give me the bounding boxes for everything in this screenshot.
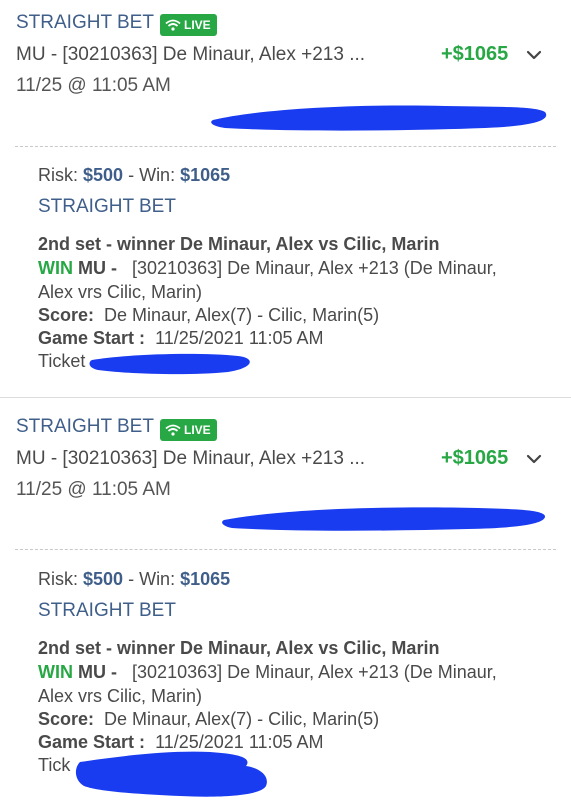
risk-label: Risk: [38,569,78,589]
score-line: Score: De Minaur, Alex(7) - Cilic, Marin… [38,305,379,326]
selection-line: WIN MU - [30210363] De Minaur, Alex +213… [38,258,497,279]
market-line: 2nd set - winner De Minaur, Alex vs Cili… [38,638,440,658]
live-label: LIVE [184,18,211,32]
selection-text-cont: Alex vrs Cilic, Marin) [38,686,203,706]
risk-label: Risk: [38,165,78,185]
bet-description: MU - [30210363] De Minaur, Alex +213 ... [16,448,366,469]
bet-date: 11/25 @ 11:05 AM [16,75,171,96]
bet-description: MU - [30210363] De Minaur, Alex +213 ... [16,44,366,65]
ticket-label: Ticket [38,351,86,371]
score-label: Score: [38,305,95,325]
bet-title: STRAIGHT BET [16,416,154,437]
game-start-label: Game Start : [38,328,146,348]
result-badge: WIN [38,258,73,278]
selection-text: [30210363] De Minaur, Alex +213 (De Mina… [132,258,497,278]
section-divider [15,549,556,550]
detail-bet-type: STRAIGHT BET [38,196,176,217]
selection-label: MU - [78,258,118,278]
live-badge: LIVE [160,14,217,36]
game-start-line: Game Start : 11/25/2021 11:05 AM [38,328,324,349]
redaction-mark [75,751,267,797]
market-line: 2nd set - winner De Minaur, Alex vs Cili… [38,234,440,254]
score-value: De Minaur, Alex(7) - Cilic, Marin(5) [104,305,380,325]
win-label: - Win: [128,569,176,589]
win-value: $1065 [180,165,231,185]
risk-win-line: Risk: $500 - Win: $1065 [38,569,230,590]
risk-win-line: Risk: $500 - Win: $1065 [38,165,230,186]
wifi-icon [165,19,181,31]
risk-value: $500 [83,569,124,589]
win-value: $1065 [180,569,231,589]
redaction-mark [89,353,250,375]
chevron-down-icon[interactable] [523,44,545,66]
redaction-mark [211,105,547,131]
live-badge: LIVE [160,419,217,441]
score-label: Score: [38,709,95,729]
bet-amount: +$1065 [441,43,509,65]
score-line: Score: De Minaur, Alex(7) - Cilic, Marin… [38,709,379,730]
section-divider [15,146,556,147]
result-badge: WIN [38,662,73,682]
bet-title: STRAIGHT BET [16,12,154,33]
live-label: LIVE [184,423,211,437]
card-separator [0,397,571,398]
detail-bet-type: STRAIGHT BET [38,600,176,621]
bet-date: 11/25 @ 11:05 AM [16,479,171,500]
game-start-value: 11/25/2021 11:05 AM [155,328,324,348]
bet-amount: +$1065 [441,447,509,469]
score-value: De Minaur, Alex(7) - Cilic, Marin(5) [104,709,380,729]
wifi-icon [165,424,181,436]
selection-text: [30210363] De Minaur, Alex +213 (De Mina… [132,662,497,682]
chevron-down-icon[interactable] [523,448,545,470]
redaction-mark [222,507,546,531]
selection-text-cont: Alex vrs Cilic, Marin) [38,282,203,302]
selection-label: MU - [78,662,118,682]
win-label: - Win: [128,165,176,185]
ticket-label: Tick [38,755,71,775]
risk-value: $500 [83,165,124,185]
selection-line: WIN MU - [30210363] De Minaur, Alex +213… [38,662,497,683]
